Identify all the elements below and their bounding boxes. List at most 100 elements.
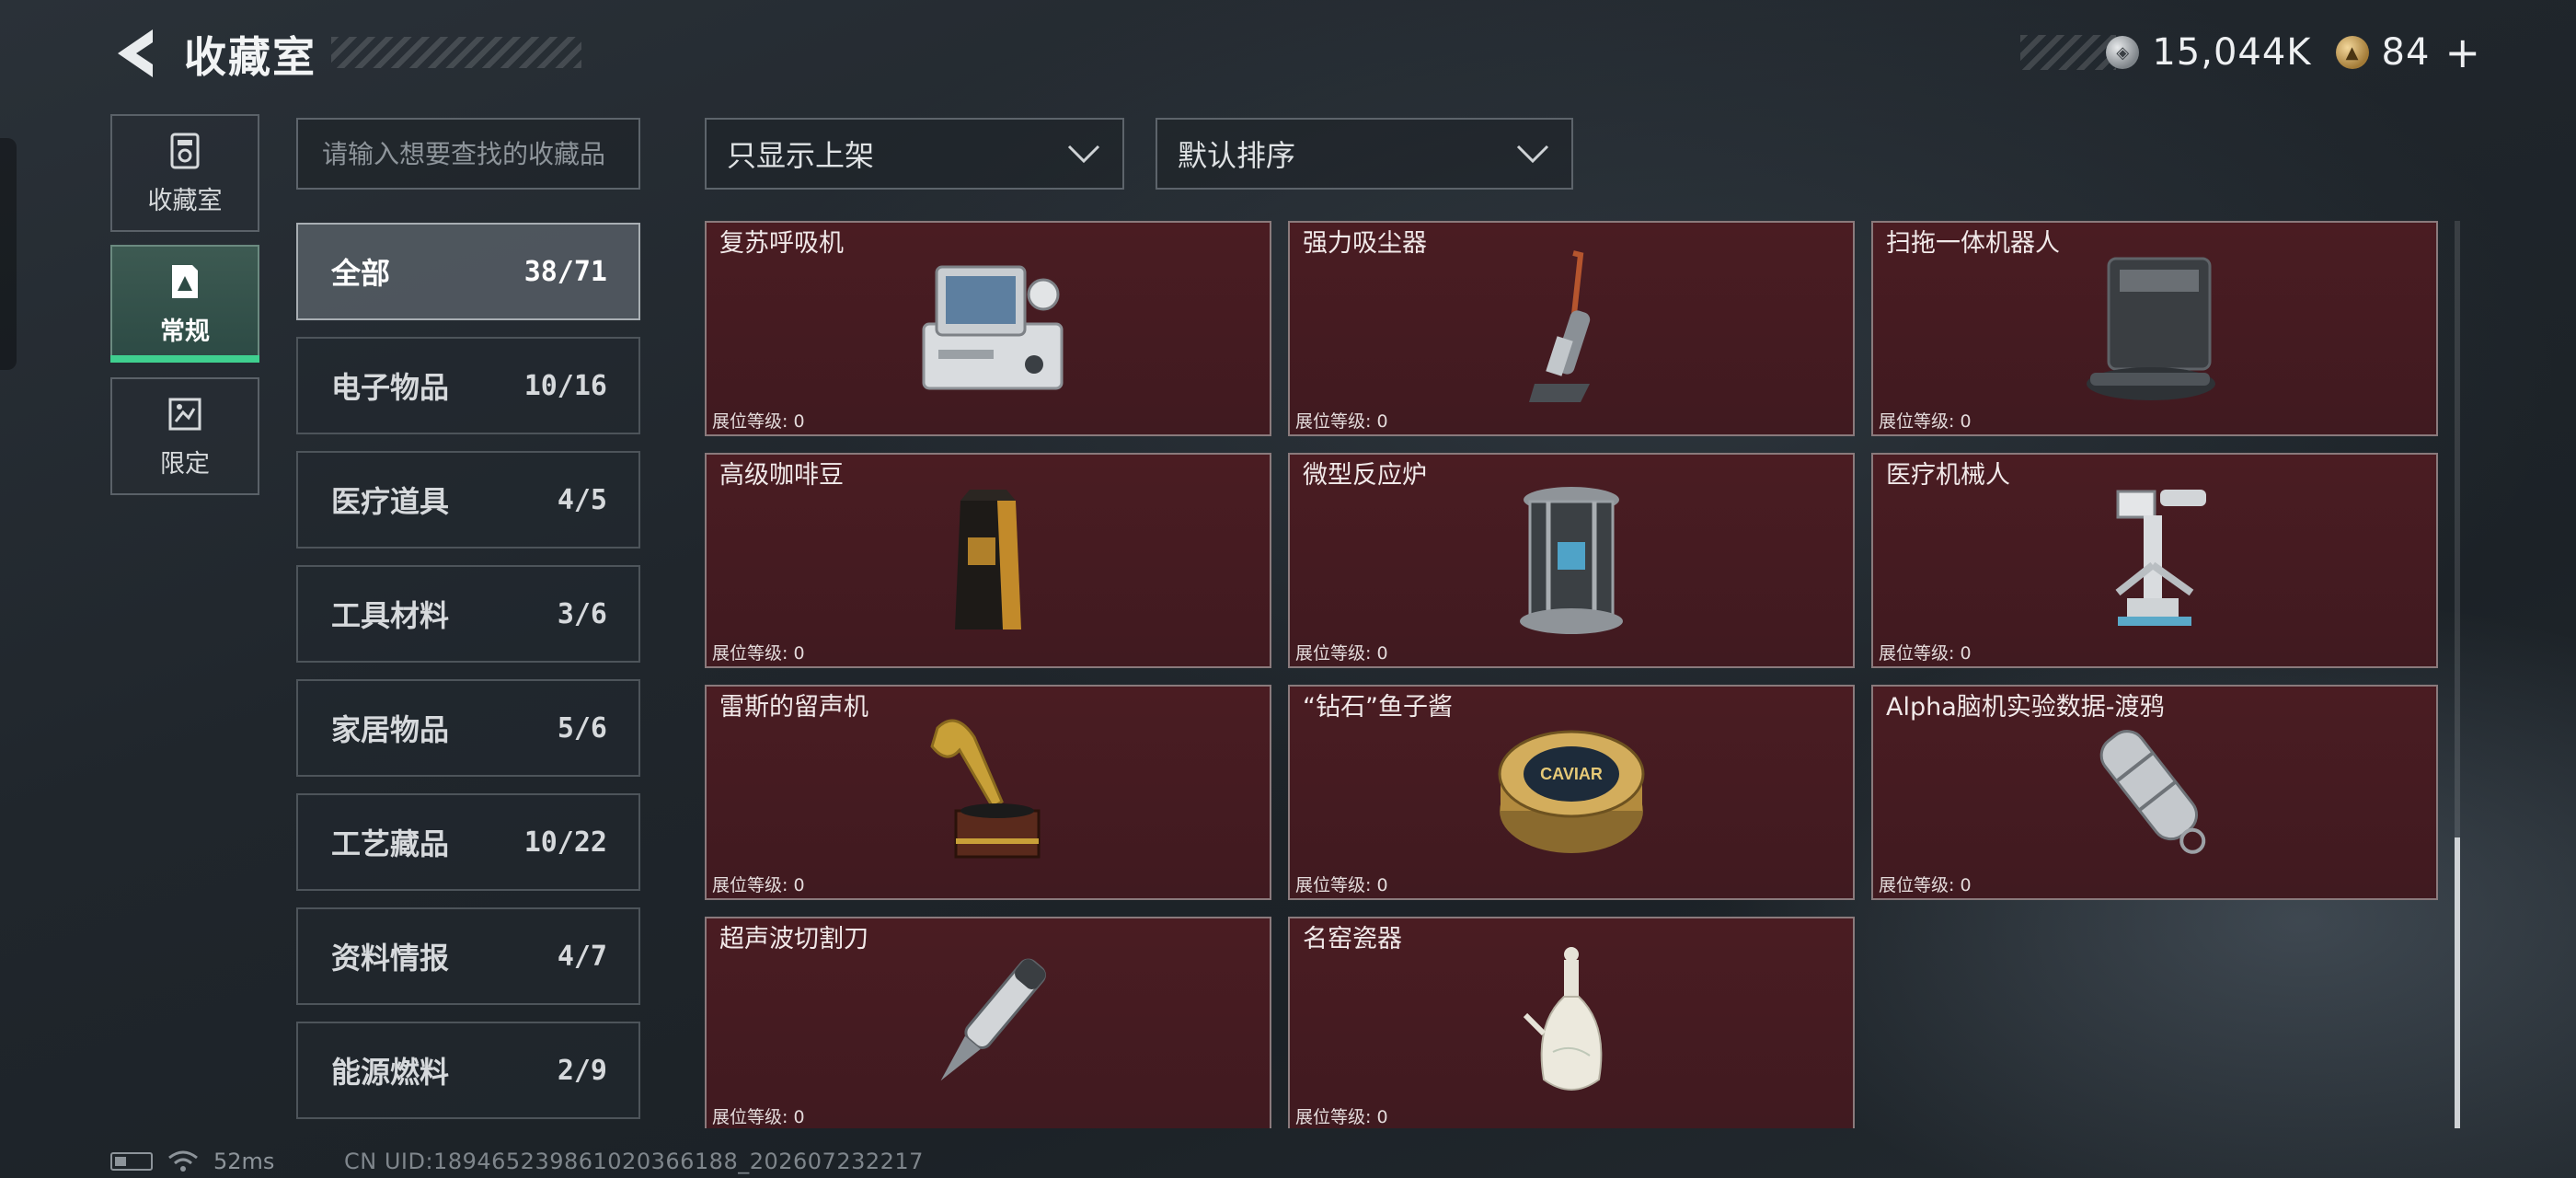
- collectible-name: 强力吸尘器: [1303, 229, 1427, 258]
- category-tools[interactable]: 工具材料 3/6: [296, 565, 640, 663]
- gold-coin-icon: ▲: [2335, 36, 2369, 69]
- category-count: 10/16: [523, 369, 607, 402]
- category-household[interactable]: 家居物品 5/6: [296, 679, 640, 777]
- category-name: 电子物品: [331, 370, 450, 405]
- silver-coin-icon: ◈: [2106, 36, 2140, 69]
- nav-active-indicator: [110, 355, 259, 363]
- booth-level: 展位等级: 0: [1295, 875, 1388, 895]
- regular-album-icon: [165, 261, 205, 302]
- robot-mop-icon: [2063, 241, 2247, 416]
- category-name: 家居物品: [331, 712, 450, 747]
- booth-level: 展位等级: 0: [712, 643, 805, 664]
- vacuum-cleaner-icon: [1479, 241, 1663, 416]
- grid-scrollbar-thumb[interactable]: [2455, 837, 2460, 1128]
- category-count: 5/6: [557, 711, 607, 745]
- category-count: 4/5: [557, 483, 607, 516]
- medical-robot-icon: [2063, 473, 2247, 648]
- category-all[interactable]: 全部 38/71: [296, 223, 640, 320]
- collectible-name: 超声波切割刀: [719, 925, 868, 953]
- limited-album-icon: [165, 394, 205, 434]
- category-count: 2/9: [557, 1054, 607, 1087]
- chevron-down-icon: [1516, 144, 1549, 164]
- booth-level: 展位等级: 0: [1295, 643, 1388, 664]
- collectible-card[interactable]: 微型反应炉 展位等级: 0: [1288, 453, 1855, 668]
- collectible-name: “钻石”鱼子酱: [1303, 693, 1453, 722]
- collectible-name: 高级咖啡豆: [719, 461, 844, 490]
- back-arrow-icon: [118, 29, 153, 77]
- collectible-card[interactable]: 强力吸尘器 展位等级: 0: [1288, 221, 1855, 436]
- sort-value: 默认排序: [1178, 138, 1296, 173]
- collectible-card[interactable]: 复苏呼吸机 展位等级: 0: [705, 221, 1271, 436]
- caviar-tin-icon: CAVIAR: [1479, 705, 1663, 880]
- chevron-down-icon: [1067, 144, 1100, 164]
- sort-dropdown[interactable]: 默认排序: [1156, 118, 1573, 190]
- shelf-filter-value: 只显示上架: [727, 138, 875, 173]
- collection-room-icon: [165, 131, 205, 171]
- collectible-card[interactable]: 高级咖啡豆 展位等级: 0: [705, 453, 1271, 668]
- battery-icon: [110, 1152, 153, 1171]
- collectible-card[interactable]: “钻石”鱼子酱 CAVIAR 展位等级: 0: [1288, 685, 1855, 900]
- collectible-name: 扫拖一体机器人: [1886, 229, 2060, 258]
- category-name: 全部: [331, 256, 391, 291]
- collectible-name: 雷斯的留声机: [719, 693, 868, 722]
- collectible-name: 微型反应炉: [1303, 461, 1427, 490]
- category-medical[interactable]: 医疗道具 4/5: [296, 451, 640, 549]
- search-input[interactable]: [296, 118, 640, 190]
- coffee-bean-bag-icon: [896, 473, 1080, 648]
- add-currency-button[interactable]: +: [2444, 31, 2480, 74]
- collectible-card[interactable]: 医疗机械人 展位等级: 0: [1871, 453, 2438, 668]
- booth-level: 展位等级: 0: [712, 875, 805, 895]
- nav-tab-label: 收藏室: [147, 186, 223, 215]
- collectible-name: 名窑瓷器: [1303, 925, 1402, 953]
- category-count: 3/6: [557, 597, 607, 630]
- category-electronics[interactable]: 电子物品 10/16: [296, 337, 640, 434]
- device-status-bar: 52ms: [110, 1149, 274, 1174]
- collectible-card[interactable]: 名窑瓷器 展位等级: 0: [1288, 917, 1855, 1128]
- caviar-label: CAVIAR: [1540, 765, 1603, 783]
- collectible-card[interactable]: 超声波切割刀 展位等级: 0: [705, 917, 1271, 1128]
- booth-level: 展位等级: 0: [712, 1107, 805, 1127]
- resuscitator-icon: [896, 241, 1080, 416]
- back-button[interactable]: [110, 26, 162, 81]
- nav-tab-limited[interactable]: 限定: [110, 377, 259, 495]
- category-name: 资料情报: [331, 941, 450, 976]
- category-count: 4/7: [557, 940, 607, 973]
- category-energy[interactable]: 能源燃料 2/9: [296, 1022, 640, 1119]
- category-name: 医疗道具: [331, 484, 450, 519]
- ultrasonic-cutter-icon: [896, 937, 1080, 1112]
- shelf-filter-dropdown[interactable]: 只显示上架: [705, 118, 1124, 190]
- wifi-icon: [168, 1150, 198, 1172]
- gold-currency-value: 84: [2381, 31, 2431, 74]
- category-count: 10/22: [523, 826, 607, 859]
- ping-value: 52ms: [213, 1149, 275, 1174]
- collectible-grid: 复苏呼吸机 展位等级: 0 强力吸尘器 展位等级: 0 扫拖一体机器人 展位等级…: [705, 221, 2445, 1128]
- nav-tab-label: 限定: [160, 449, 210, 479]
- collectible-card[interactable]: 雷斯的留声机 展位等级: 0: [705, 685, 1271, 900]
- collectible-card[interactable]: 扫拖一体机器人 展位等级: 0: [1871, 221, 2438, 436]
- booth-level: 展位等级: 0: [1879, 643, 1972, 664]
- porcelain-vase-icon: [1479, 937, 1663, 1112]
- nav-tab-label: 常规: [160, 317, 210, 346]
- gramophone-icon: [896, 705, 1080, 880]
- category-count: 38/71: [523, 255, 607, 288]
- currency-bar: ◈ 15,044K ▲ 84 +: [2020, 31, 2480, 74]
- booth-level: 展位等级: 0: [712, 411, 805, 432]
- nav-tab-collection-room[interactable]: 收藏室: [110, 114, 259, 232]
- booth-level: 展位等级: 0: [1879, 411, 1972, 432]
- collectible-card[interactable]: Alpha脑机实验数据-渡鸦 展位等级: 0: [1871, 685, 2438, 900]
- category-name: 工具材料: [331, 598, 450, 633]
- title-decoration: [331, 37, 581, 68]
- booth-level: 展位等级: 0: [1295, 1107, 1388, 1127]
- booth-level: 展位等级: 0: [1295, 411, 1388, 432]
- screen-edge-notch: [0, 138, 17, 370]
- nav-tab-regular[interactable]: 常规: [110, 245, 259, 363]
- category-name: 能源燃料: [331, 1055, 450, 1090]
- category-name: 工艺藏品: [331, 826, 450, 861]
- mini-reactor-icon: [1479, 473, 1663, 648]
- category-crafts[interactable]: 工艺藏品 10/22: [296, 793, 640, 891]
- data-capsule-icon: [2063, 705, 2247, 880]
- collectible-name: 复苏呼吸机: [719, 229, 844, 258]
- silver-currency-value: 15,044K: [2152, 31, 2312, 74]
- page-title: 收藏室: [184, 32, 316, 82]
- category-intel[interactable]: 资料情报 4/7: [296, 907, 640, 1005]
